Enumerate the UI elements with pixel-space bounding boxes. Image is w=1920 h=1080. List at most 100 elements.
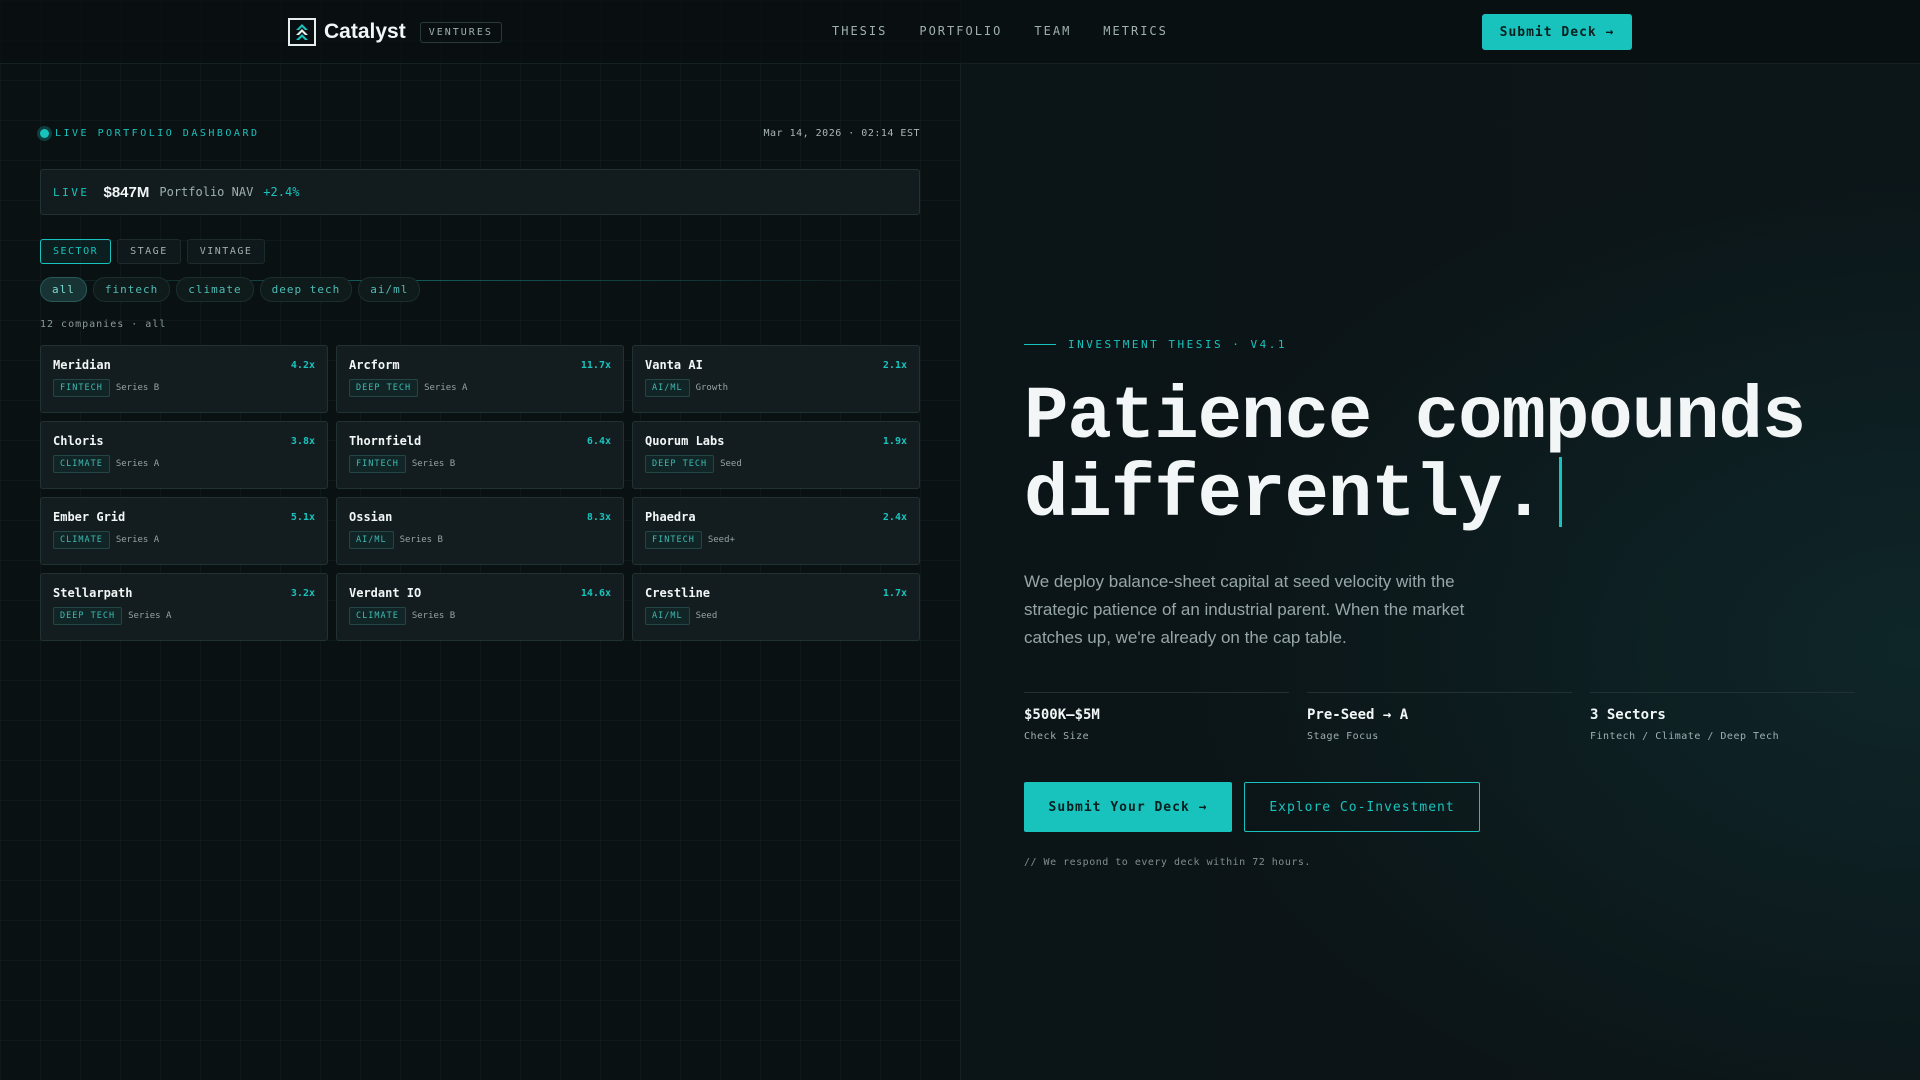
brand-name: Catalyst (324, 20, 406, 43)
catalyst-logo-icon (288, 18, 316, 46)
company-name: Meridian (53, 358, 111, 372)
sector-tag: DEEP TECH (53, 607, 123, 625)
company-name: Crestline (645, 586, 711, 600)
company-meta: FINTECH Series B (53, 379, 315, 397)
chip-fintech[interactable]: fintech (92, 277, 171, 302)
sector-tag: AI/ML (645, 379, 690, 397)
company-card[interactable]: Verdant IO 14.6x CLIMATE Series B (336, 573, 624, 641)
company-multiple: 1.7x (882, 588, 907, 599)
logo[interactable]: Catalyst VENTURES (288, 18, 502, 46)
company-name: Chloris (53, 434, 104, 448)
hero-description: We deploy balance-sheet capital at seed … (1024, 572, 1465, 647)
company-multiple: 14.6x (580, 588, 611, 599)
company-stage: Series A (424, 383, 468, 393)
filter-tabs: SECTOR STAGE VINTAGE (40, 239, 266, 264)
submit-your-deck-button[interactable]: Submit Your Deck → (1024, 782, 1232, 832)
sector-tag: CLIMATE (53, 455, 110, 473)
thesis-line (1024, 344, 1056, 345)
company-multiple: 5.1x (290, 512, 315, 523)
company-meta: CLIMATE Series A (53, 531, 315, 549)
chip-deep-tech[interactable]: deep tech (259, 277, 353, 302)
company-card[interactable]: Phaedra 2.4x FINTECH Seed+ (632, 497, 920, 565)
company-meta: DEEP TECH Series A (53, 607, 315, 625)
company-stage: Seed+ (707, 535, 735, 545)
sector-tag: DEEP TECH (349, 379, 419, 397)
nav-portfolio[interactable]: PORTFOLIO (919, 24, 1002, 38)
chip-climate[interactable]: climate (176, 277, 254, 302)
tab-sector[interactable]: SECTOR (40, 239, 112, 264)
company-multiple: 8.3x (586, 512, 611, 523)
sector-tag: FINTECH (349, 455, 406, 473)
dashboard-label-wrap: LIVE PORTFOLIO DASHBOARD (40, 128, 260, 139)
company-card[interactable]: Ossian 8.3x AI/ML Series B (336, 497, 624, 565)
tab-stage[interactable]: STAGE (117, 239, 181, 264)
tab-vintage[interactable]: VINTAGE (186, 239, 266, 264)
stat-label: Stage Focus (1307, 731, 1379, 742)
company-card[interactable]: Quorum Labs 1.9x DEEP TECH Seed (632, 421, 920, 489)
chip-all[interactable]: all (40, 277, 87, 302)
company-card[interactable]: Meridian 4.2x FINTECH Series B (40, 345, 328, 413)
company-card[interactable]: Arcform 11.7x DEEP TECH Series A (336, 345, 624, 413)
brand-badge: VENTURES (419, 21, 502, 43)
company-stage: Growth (695, 383, 729, 393)
site-header: Catalyst VENTURES THESIS PORTFOLIO TEAM … (0, 0, 1920, 64)
company-count: 12 companies · all (40, 319, 167, 330)
company-card[interactable]: Chloris 3.8x CLIMATE Series A (40, 421, 328, 489)
sector-tag: AI/ML (645, 607, 690, 625)
company-meta: DEEP TECH Series A (349, 379, 611, 397)
stat-value: Pre-Seed → A (1307, 707, 1409, 723)
company-meta: AI/ML Seed (645, 607, 907, 625)
sector-tag: AI/ML (349, 531, 394, 549)
company-card[interactable]: Crestline 1.7x AI/ML Seed (632, 573, 920, 641)
company-name: Ossian (349, 510, 393, 524)
hero-headline: Patience compounds differently. (1024, 380, 1806, 538)
company-stage: Series A (115, 459, 160, 469)
company-multiple: 3.2x (290, 588, 315, 599)
company-multiple: 11.7x (580, 360, 611, 371)
chip-ai-ml[interactable]: ai/ml (358, 277, 421, 302)
company-stage: Seed (720, 459, 742, 469)
submit-deck-button[interactable]: Submit Deck → (1482, 14, 1632, 50)
company-meta: AI/ML Series B (349, 531, 611, 549)
nav-live-label: LIVE (53, 185, 90, 199)
company-name: Stellarpath (53, 586, 133, 600)
nav-thesis[interactable]: THESIS (832, 24, 887, 38)
main-nav: THESIS PORTFOLIO TEAM METRICS (832, 24, 1168, 38)
company-stage: Series B (399, 535, 443, 545)
headline-line-2: differently. (1024, 454, 1546, 538)
explore-co-investment-button[interactable]: Explore Co-Investment (1244, 782, 1480, 832)
company-name: Vanta AI (645, 358, 703, 372)
company-name: Arcform (349, 358, 400, 372)
company-multiple: 3.8x (290, 436, 315, 447)
stat-label: Check Size (1024, 731, 1090, 742)
company-name: Verdant IO (349, 586, 422, 600)
text-cursor (1558, 457, 1562, 527)
nav-value: $847M (103, 183, 150, 201)
dashboard-date: Mar 14, 2026 · 02:14 EST (763, 128, 920, 139)
company-stage: Series A (115, 535, 160, 545)
hero-stats: $500K–$5M Check Size Pre-Seed → A Stage … (1024, 692, 1855, 742)
company-card[interactable]: Thornfield 6.4x FINTECH Series B (336, 421, 624, 489)
company-stage: Seed (695, 611, 718, 621)
company-meta: CLIMATE Series A (53, 455, 315, 473)
company-card[interactable]: Vanta AI 2.1x AI/ML Growth (632, 345, 920, 413)
company-meta: FINTECH Series B (349, 455, 611, 473)
stat-sectors: 3 Sectors Fintech / Climate / Deep Tech (1590, 692, 1855, 742)
sector-tag: DEEP TECH (645, 455, 715, 473)
company-meta: AI/ML Growth (645, 379, 907, 397)
company-multiple: 2.1x (882, 360, 907, 371)
nav-metrics[interactable]: METRICS (1103, 24, 1168, 38)
sector-tag: CLIMATE (349, 607, 406, 625)
sector-tag: FINTECH (53, 379, 110, 397)
company-card[interactable]: Stellarpath 3.2x DEEP TECH Series A (40, 573, 328, 641)
dashboard-header: LIVE PORTFOLIO DASHBOARD Mar 14, 2026 · … (40, 128, 920, 139)
company-name: Phaedra (645, 510, 696, 524)
stat-value: 3 Sectors (1590, 707, 1666, 723)
company-multiple: 1.9x (882, 436, 907, 447)
nav-team[interactable]: TEAM (1034, 24, 1071, 38)
dashboard-label: LIVE PORTFOLIO DASHBOARD (55, 128, 260, 139)
nav-change: +2.4% (263, 185, 300, 199)
company-card[interactable]: Ember Grid 5.1x CLIMATE Series A (40, 497, 328, 565)
company-name: Quorum Labs (645, 434, 725, 448)
nav-label: Portfolio NAV (159, 185, 254, 199)
